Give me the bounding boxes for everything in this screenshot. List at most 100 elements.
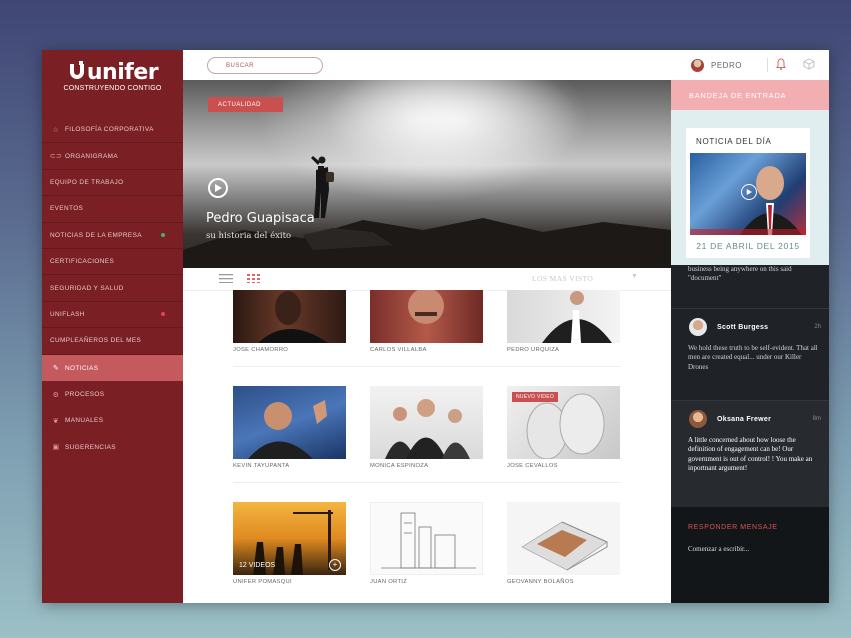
divider [233, 366, 621, 367]
video-card[interactable]: JUAN ORTIZ [370, 502, 483, 585]
video-thumbnail [507, 502, 620, 575]
bell-icon[interactable] [776, 58, 786, 70]
sidebar-item-label: CERTIFICACIONES [50, 258, 115, 266]
video-card[interactable]: NUEVO VIDEO JOSE CEVALLOS [507, 386, 620, 469]
sidebar-item-label: MANUALES [65, 417, 104, 425]
user-name: PEDRO [711, 61, 742, 70]
video-card[interactable]: KEVIN TAYUPANTA [233, 386, 346, 469]
sidebar: unifer CONSTRUYENDO CONTIGO ☆ FILOSOFÍA … [42, 50, 183, 603]
message-item[interactable]: Scott Burgess 2h We hold these truth to … [671, 308, 829, 401]
sidebar-nav-lower: ✎ NOTICIAS ⚙ PROCESOS ❦ MANUALES ▣ SUGER… [42, 355, 183, 461]
add-icon[interactable]: + [329, 559, 341, 571]
cube-icon[interactable] [803, 58, 815, 70]
inbox-header[interactable]: BANDEJA DE ENTRADA [671, 80, 829, 110]
sidebar-item-label: CUMPLEAÑEROS DEL MES [50, 337, 142, 345]
sidebar-item-label: PROCESOS [65, 391, 105, 399]
news-date: 21 DE ABRIL DEL 2015 [696, 241, 800, 251]
message-item[interactable]: Oksana Frewer 8m A little concerned abou… [671, 400, 829, 508]
sidebar-item-eventos[interactable]: EVENTOS [42, 196, 183, 223]
user-menu[interactable]: PEDRO [691, 59, 742, 72]
message-sender: Scott Burgess [717, 323, 769, 331]
video-caption: GEOVANNY BOLAÑOS [507, 579, 574, 585]
org-chart-icon: ⊂⊃ [49, 153, 63, 161]
brand-logo[interactable]: unifer CONSTRUYENDO CONTIGO [42, 60, 183, 110]
sidebar-item-noticias[interactable]: ✎ NOTICIAS [42, 355, 183, 382]
app-window: unifer CONSTRUYENDO CONTIGO ☆ FILOSOFÍA … [42, 50, 829, 603]
video-caption: JOSE CHAMORRO [233, 347, 289, 353]
sidebar-item-label: SUGERENCIAS [65, 443, 116, 451]
top-bar: BUSCAR [183, 50, 671, 80]
video-grid: JOSE CHAMORRO CARLOS VILLALBA PEDRO URQU… [183, 290, 671, 603]
list-view-icon[interactable] [219, 274, 233, 283]
sidebar-item-filosofia[interactable]: ☆ FILOSOFÍA CORPORATIVA [42, 117, 183, 144]
sidebar-nav: ☆ FILOSOFÍA CORPORATIVA ⊂⊃ ORGANIGRAMA E… [42, 117, 183, 355]
message-time: 8m [812, 416, 821, 422]
user-bar: PEDRO [671, 50, 829, 80]
star-icon: ☆ [52, 126, 60, 134]
brand-name: unifer [86, 60, 159, 85]
status-dot [161, 312, 165, 317]
play-icon[interactable] [208, 178, 228, 198]
sidebar-item-noticias-empresa[interactable]: NOTICIAS DE LA EMPRESA [42, 223, 183, 249]
video-card[interactable]: PEDRO URQUIZA [507, 290, 620, 353]
sidebar-item-procesos[interactable]: ⚙ PROCESOS [42, 381, 183, 407]
sidebar-item-seguridad[interactable]: SEGURIDAD Y SALUD [42, 275, 183, 302]
divider [767, 58, 768, 72]
status-dot [161, 233, 165, 238]
video-count: 12 VIDEOS [239, 562, 276, 569]
reply-label: RESPONDER MENSAJE [688, 524, 778, 531]
chat-icon: ▣ [52, 444, 60, 452]
sidebar-item-label: EQUIPO DE TRABAJO [50, 178, 124, 186]
video-card[interactable]: 12 VIDEOS + UNIFER POMASQUI [233, 502, 346, 585]
sidebar-item-manuales[interactable]: ❦ MANUALES [42, 408, 183, 434]
sidebar-item-uniflash[interactable]: UNIFLASH [42, 302, 183, 329]
sidebar-item-equipo[interactable]: EQUIPO DE TRABAJO [42, 170, 183, 197]
video-card[interactable]: GEOVANNY BOLAÑOS [507, 502, 620, 585]
view-toolbar: LOS MAS VISTO ▼ [183, 268, 671, 291]
book-icon: ❦ [52, 417, 60, 425]
message-time: 2h [814, 324, 821, 330]
video-thumbnail [233, 386, 346, 459]
grid-view-icon[interactable] [247, 274, 261, 283]
sidebar-item-certificaciones[interactable]: CERTIFICACIONES [42, 249, 183, 276]
video-thumbnail [370, 290, 483, 343]
reply-input[interactable]: Comenzar a escribir... [688, 545, 749, 553]
sidebar-item-sugerencias[interactable]: ▣ SUGERENCIAS [42, 434, 183, 460]
gear-icon: ⚙ [52, 391, 60, 399]
news-label: NOTICIA DEL DÍA [696, 137, 772, 146]
message-snippet: business being anywhere on this said "do… [688, 265, 792, 283]
sidebar-item-organigrama[interactable]: ⊂⊃ ORGANIGRAMA [42, 143, 183, 170]
video-caption: KEVIN TAYUPANTA [233, 463, 290, 469]
message-body: A little concerned about how loose the d… [688, 436, 813, 473]
video-caption: UNIFER POMASQUI [233, 579, 292, 585]
message-sender: Oksana Frewer [717, 415, 772, 423]
hero-title: Pedro Guapisaca [206, 211, 315, 226]
video-caption: CARLOS VILLALBA [370, 347, 427, 353]
pencil-icon: ✎ [52, 365, 60, 373]
video-caption: MONICA ESPINOZA [370, 463, 429, 469]
play-icon[interactable] [741, 184, 757, 200]
sidebar-item-label: FILOSOFÍA CORPORATIVA [65, 126, 154, 134]
video-caption: PEDRO URQUIZA [507, 347, 560, 353]
video-card[interactable]: MONICA ESPINOZA [370, 386, 483, 469]
hero-banner[interactable]: ACTUALIDAD Pedro Guapisaca su historia d… [183, 80, 671, 268]
video-thumbnail [370, 386, 483, 459]
chevron-down-icon[interactable]: ▼ [631, 273, 638, 280]
video-card[interactable]: CARLOS VILLALBA [370, 290, 483, 353]
sort-select[interactable]: LOS MAS VISTO [532, 274, 593, 283]
news-of-the-day[interactable]: NOTICIA DEL DÍA 21 DE ABRIL DEL 2015 [686, 128, 810, 258]
video-caption: JOSE CEVALLOS [507, 463, 558, 469]
search-input[interactable]: BUSCAR [207, 57, 323, 74]
sidebar-item-label: NOTICIAS DE LA EMPRESA [50, 231, 142, 239]
sidebar-item-label: ORGANIGRAMA [65, 152, 119, 160]
video-card[interactable]: JOSE CHAMORRO [233, 290, 346, 353]
message-header: Scott Burgess [689, 318, 768, 336]
sidebar-item-cumpleaneros[interactable]: CUMPLEAÑEROS DEL MES [42, 328, 183, 355]
divider [233, 482, 621, 483]
sidebar-item-label: UNIFLASH [50, 310, 85, 318]
avatar [689, 410, 707, 428]
video-thumbnail: NUEVO VIDEO [507, 386, 620, 459]
video-thumbnail [370, 502, 483, 575]
new-video-badge: NUEVO VIDEO [512, 392, 559, 402]
hero-subtitle: su historia del éxito [206, 231, 292, 241]
